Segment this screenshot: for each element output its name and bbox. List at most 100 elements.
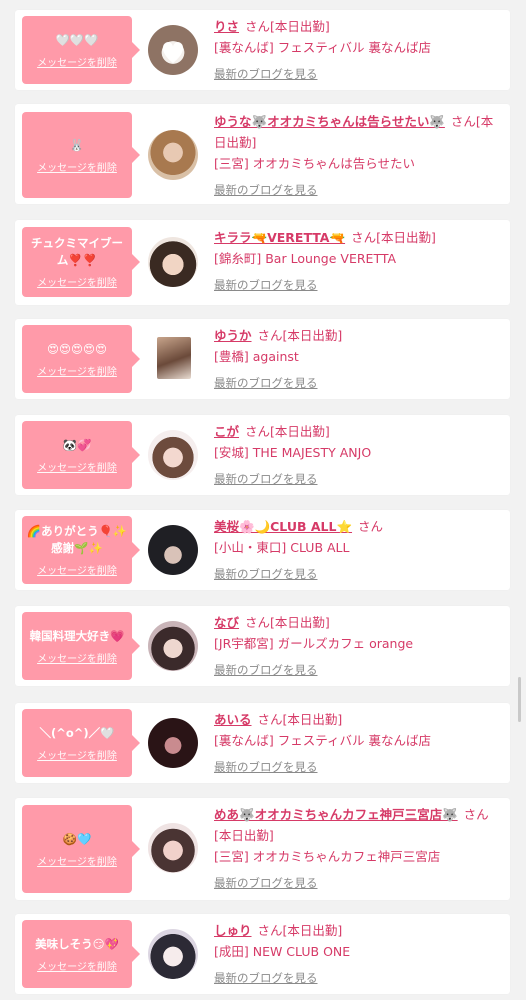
list-item: 🤍🤍🤍 メッセージを削除 りさ さん[本日出勤] [裏なんば] フェスティバル 裏…: [15, 10, 510, 90]
shop-name: [錦糸町] Bar Lounge VERETTA: [214, 251, 397, 266]
delete-message-link[interactable]: メッセージを削除: [37, 650, 117, 665]
status-text: さん[本日出勤]: [257, 328, 343, 343]
latest-blog-link[interactable]: 最新のブログを見る: [214, 873, 318, 894]
message-text: 🐼💞: [62, 437, 92, 452]
girl-name-link[interactable]: しゅり: [214, 923, 252, 938]
shop-name: [三宮] オオカミちゃんは告らせたい: [214, 156, 415, 171]
girl-name-link[interactable]: めあ🐺オオカミちゃんカフェ神戸三宮店🐺: [214, 807, 458, 822]
avatar[interactable]: [148, 621, 198, 671]
list-item: 🐰 メッセージを削除 ゆうな🐺オオカミちゃんは告らせたい🐺 さん[本日出勤] [三…: [15, 104, 510, 204]
message-text: 😍😍😍😍😍: [47, 341, 107, 356]
girl-name-link[interactable]: ゆうな🐺オオカミちゃんは告らせたい🐺: [214, 114, 445, 129]
message-bubble: 😍😍😍😍😍 メッセージを削除: [22, 325, 140, 393]
delete-message-link[interactable]: メッセージを削除: [37, 958, 117, 973]
avatar[interactable]: [148, 130, 198, 180]
latest-blog-link[interactable]: 最新のブログを見る: [214, 275, 318, 296]
girl-name-link[interactable]: 美桜🌸🌙CLUB ALL⭐: [214, 519, 352, 534]
list-item: 🍪🩵 メッセージを削除 めあ🐺オオカミちゃんカフェ神戸三宮店🐺 さん[本日出勤] …: [15, 798, 510, 900]
status-text: さん[本日出勤]: [245, 19, 330, 34]
message-text: 🍪🩵: [62, 831, 92, 846]
shop-name: [三宮] オオカミちゃんカフェ神戸三宮店: [214, 849, 441, 864]
message-text: チュクミマイブーム❣️❣️: [31, 236, 123, 267]
list-item: 🌈ありがとう🎈✨感謝🌱✨ メッセージを削除 美桜🌸🌙CLUB ALL⭐ さん [小…: [15, 510, 510, 590]
status-text: さん: [358, 519, 384, 534]
status-text: さん[本日出勤]: [257, 712, 343, 727]
avatar[interactable]: [148, 823, 198, 873]
list-item: 美味しそう😏💖 メッセージを削除 しゅり さん[本日出勤] [成田] NEW CL…: [15, 914, 510, 994]
avatar[interactable]: [157, 337, 191, 379]
status-text: さん[本日出勤]: [351, 230, 436, 245]
shop-name: [裏なんば] フェスティバル 裏なんば店: [214, 733, 431, 748]
message-bubble: 🍪🩵 メッセージを削除: [22, 805, 140, 893]
latest-blog-link[interactable]: 最新のブログを見る: [214, 968, 318, 989]
message-list: 🤍🤍🤍 メッセージを削除 りさ さん[本日出勤] [裏なんば] フェスティバル 裏…: [0, 0, 526, 1000]
delete-message-link[interactable]: メッセージを削除: [37, 562, 117, 577]
avatar[interactable]: [148, 929, 198, 979]
message-text: 韓国料理大好き💗: [29, 628, 125, 643]
message-bubble: 🐼💞 メッセージを削除: [22, 421, 140, 489]
entry-info: ゆうか さん[本日出勤] [豊橋] against 最新のブログを見る: [214, 325, 504, 394]
girl-name-link[interactable]: ゆうか: [214, 328, 252, 343]
avatar[interactable]: [148, 25, 198, 75]
girl-name-link[interactable]: キララ🔫VERETTA🔫: [214, 230, 345, 245]
entry-info: ゆうな🐺オオカミちゃんは告らせたい🐺 さん[本日出勤] [三宮] オオカミちゃんは…: [214, 111, 504, 201]
latest-blog-link[interactable]: 最新のブログを見る: [214, 660, 318, 681]
message-text: 🌈ありがとう🎈✨感謝🌱✨: [26, 524, 128, 555]
message-bubble: 🐰 メッセージを削除: [22, 112, 140, 198]
entry-info: こが さん[本日出勤] [安城] THE MAJESTY ANJO 最新のブログを…: [214, 421, 504, 490]
list-item: 🐼💞 メッセージを削除 こが さん[本日出勤] [安城] THE MAJESTY …: [15, 415, 510, 495]
avatar[interactable]: [148, 237, 198, 287]
avatar[interactable]: [148, 430, 198, 480]
shop-name: [JR宇都宮] ガールズカフェ orange: [214, 636, 414, 651]
status-text: さん[本日出勤]: [245, 424, 330, 439]
status-text: さん[本日出勤]: [245, 615, 330, 630]
delete-message-link[interactable]: メッセージを削除: [37, 747, 117, 762]
message-bubble: 韓国料理大好き💗 メッセージを削除: [22, 612, 140, 680]
delete-message-link[interactable]: メッセージを削除: [37, 274, 117, 289]
message-bubble: ＼(^o^)／🤍 メッセージを削除: [22, 709, 140, 777]
message-bubble: 🌈ありがとう🎈✨感謝🌱✨ メッセージを削除: [22, 516, 140, 584]
heart-sticker-icon: [162, 42, 184, 63]
latest-blog-link[interactable]: 最新のブログを見る: [214, 373, 318, 394]
avatar[interactable]: [148, 525, 198, 575]
list-item: チュクミマイブーム❣️❣️ メッセージを削除 キララ🔫VERETTA🔫 さん[本日…: [15, 220, 510, 305]
message-bubble: 🤍🤍🤍 メッセージを削除: [22, 16, 140, 84]
message-text: 美味しそう😏💖: [35, 936, 119, 951]
delete-message-link[interactable]: メッセージを削除: [37, 853, 117, 868]
entry-info: りさ さん[本日出勤] [裏なんば] フェスティバル 裏なんば店 最新のブログを見…: [214, 16, 504, 85]
latest-blog-link[interactable]: 最新のブログを見る: [214, 180, 318, 201]
latest-blog-link[interactable]: 最新のブログを見る: [214, 564, 318, 585]
delete-message-link[interactable]: メッセージを削除: [37, 363, 117, 378]
entry-info: キララ🔫VERETTA🔫 さん[本日出勤] [錦糸町] Bar Lounge VE…: [214, 227, 504, 296]
delete-message-link[interactable]: メッセージを削除: [37, 159, 117, 174]
shop-name: [成田] NEW CLUB ONE: [214, 944, 351, 959]
girl-name-link[interactable]: あいる: [214, 712, 252, 727]
list-item: 😍😍😍😍😍 メッセージを削除 ゆうか さん[本日出勤] [豊橋] against …: [15, 319, 510, 399]
entry-info: 美桜🌸🌙CLUB ALL⭐ さん [小山・東口] CLUB ALL 最新のブログを…: [214, 516, 504, 585]
latest-blog-link[interactable]: 最新のブログを見る: [214, 64, 318, 85]
girl-name-link[interactable]: こが: [214, 424, 239, 439]
status-text: さん[本日出勤]: [257, 923, 343, 938]
delete-message-link[interactable]: メッセージを削除: [37, 459, 117, 474]
message-text: 🐰: [69, 137, 85, 152]
girl-name-link[interactable]: りさ: [214, 19, 239, 34]
list-item: 韓国料理大好き💗 メッセージを削除 なび さん[本日出勤] [JR宇都宮] ガール…: [15, 606, 510, 686]
delete-message-link[interactable]: メッセージを削除: [37, 54, 117, 69]
shop-name: [裏なんば] フェスティバル 裏なんば店: [214, 40, 431, 55]
list-item: ＼(^o^)／🤍 メッセージを削除 あいる さん[本日出勤] [裏なんば] フェス…: [15, 703, 510, 783]
latest-blog-link[interactable]: 最新のブログを見る: [214, 757, 318, 778]
latest-blog-link[interactable]: 最新のブログを見る: [214, 469, 318, 490]
avatar[interactable]: [148, 718, 198, 768]
message-bubble: チュクミマイブーム❣️❣️ メッセージを削除: [22, 227, 140, 297]
message-bubble: 美味しそう😏💖 メッセージを削除: [22, 920, 140, 988]
shop-name: [小山・東口] CLUB ALL: [214, 540, 350, 555]
entry-info: あいる さん[本日出勤] [裏なんば] フェスティバル 裏なんば店 最新のブログを…: [214, 709, 504, 778]
entry-info: なび さん[本日出勤] [JR宇都宮] ガールズカフェ orange 最新のブログ…: [214, 612, 504, 681]
entry-info: めあ🐺オオカミちゃんカフェ神戸三宮店🐺 さん[本日出勤] [三宮] オオカミちゃん…: [214, 804, 504, 894]
message-text: ＼(^o^)／🤍: [39, 725, 115, 740]
shop-name: [安城] THE MAJESTY ANJO: [214, 445, 372, 460]
entry-info: しゅり さん[本日出勤] [成田] NEW CLUB ONE 最新のブログを見る: [214, 920, 504, 989]
scrollbar[interactable]: [518, 677, 521, 722]
shop-name: [豊橋] against: [214, 349, 299, 364]
girl-name-link[interactable]: なび: [214, 615, 239, 630]
